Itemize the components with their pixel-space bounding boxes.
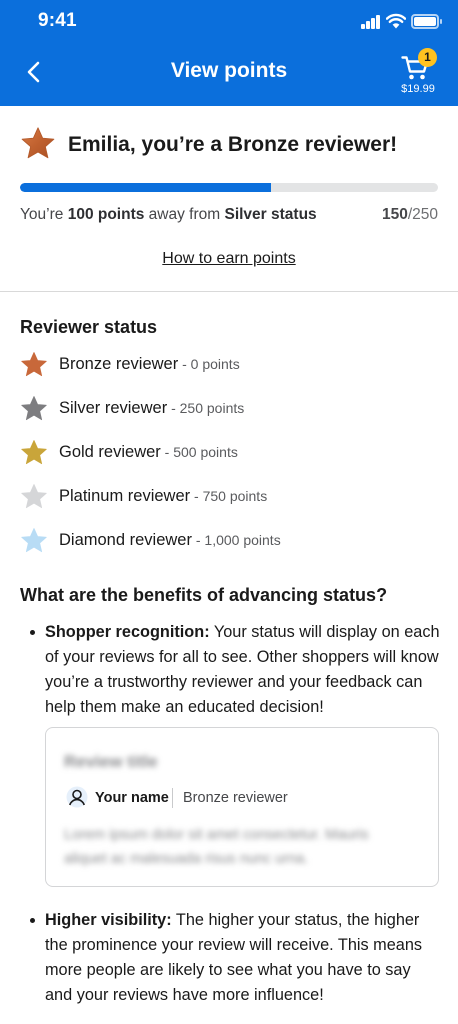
tier-points: - 500 points: [160, 444, 238, 460]
benefit-heading: Higher visibility:: [45, 911, 172, 929]
progress-message: You’re 100 points away from Silver statu…: [20, 206, 317, 224]
next-status: Silver status: [224, 206, 317, 223]
tier-bronze: Bronze reviewer - 0 points: [20, 351, 420, 381]
wifi-icon: [386, 13, 406, 29]
cart-button[interactable]: 1 $19.99: [393, 46, 443, 100]
progress-middle: away from: [144, 206, 225, 223]
divider: [172, 788, 173, 808]
diamond-star-icon: [21, 528, 47, 553]
points-away: 100 points: [67, 206, 145, 223]
how-to-earn-points-link[interactable]: How to earn points: [0, 250, 458, 268]
current-points: 150: [381, 206, 408, 223]
tier-points: - 250 points: [167, 400, 245, 416]
progress-prefix: You’re: [20, 206, 68, 223]
page-title: View points: [170, 59, 288, 82]
app-header: 9:41 View points 1 $19.99: [0, 0, 458, 106]
benefits-heading: What are the benefits of advancing statu…: [20, 585, 388, 605]
benefit-heading: Shopper recognition:: [45, 623, 210, 641]
tier-label: Platinum reviewer - 750 points: [59, 487, 267, 506]
user-avatar-icon: [66, 786, 88, 808]
tier-name: Platinum reviewer: [59, 487, 191, 505]
tier-platinum: Platinum reviewer - 750 points: [20, 483, 420, 513]
reviewer-status-heading: Reviewer status: [20, 317, 158, 337]
tier-label: Gold reviewer - 500 points: [59, 443, 238, 462]
total-points: /250: [407, 206, 438, 223]
review-body: Lorem ipsum dolor sit amet consectetur. …: [64, 827, 369, 867]
tier-silver: Silver reviewer - 250 points: [20, 395, 420, 425]
points-count: 150/250: [382, 206, 438, 224]
status-bar: 9:41: [0, 0, 458, 44]
cart-total: $19.99: [401, 83, 435, 95]
benefit-higher-visibility: Higher visibility: The higher your statu…: [30, 908, 440, 1008]
tier-label: Silver reviewer - 250 points: [59, 399, 244, 418]
battery-icon: [411, 14, 442, 29]
points-progress-fill: [20, 183, 271, 192]
tier-name: Gold reviewer: [59, 443, 161, 461]
tier-points: - 0 points: [178, 356, 240, 372]
tier-name: Bronze reviewer: [59, 355, 179, 373]
status-headline: Emilia, you’re a Bronze reviewer!: [68, 133, 398, 156]
review-user-status: Bronze reviewer: [183, 790, 288, 806]
tier-gold: Gold reviewer - 500 points: [20, 439, 420, 469]
review-title: Review title: [64, 752, 158, 771]
tier-name: Diamond reviewer: [59, 531, 192, 549]
tier-label: Diamond reviewer - 1,000 points: [59, 531, 281, 550]
cellular-signal-icon: [361, 15, 381, 29]
tier-name: Silver reviewer: [59, 399, 168, 417]
bronze-star-icon: [21, 127, 55, 159]
tier-diamond: Diamond reviewer - 1,000 points: [20, 527, 420, 557]
sample-review-card: Review title Your name Bronze reviewer L…: [45, 727, 439, 887]
gold-star-icon: [21, 440, 47, 465]
review-user-name: Your name: [95, 790, 169, 806]
platinum-star-icon: [21, 484, 47, 509]
silver-star-icon: [21, 396, 47, 421]
status-time: 9:41: [38, 10, 77, 31]
cart-count-badge: 1: [418, 48, 437, 67]
benefit-shopper-recognition: Shopper recognition: Your status will di…: [30, 620, 440, 720]
tier-points: - 1,000 points: [191, 532, 281, 548]
tier-points: - 750 points: [190, 488, 268, 504]
bronze-star-icon: [21, 352, 47, 377]
tier-label: Bronze reviewer - 0 points: [59, 355, 240, 374]
reviewer-status-card: Emilia, you’re a Bronze reviewer! You’re…: [0, 106, 458, 292]
points-progress-bar: [20, 183, 438, 192]
